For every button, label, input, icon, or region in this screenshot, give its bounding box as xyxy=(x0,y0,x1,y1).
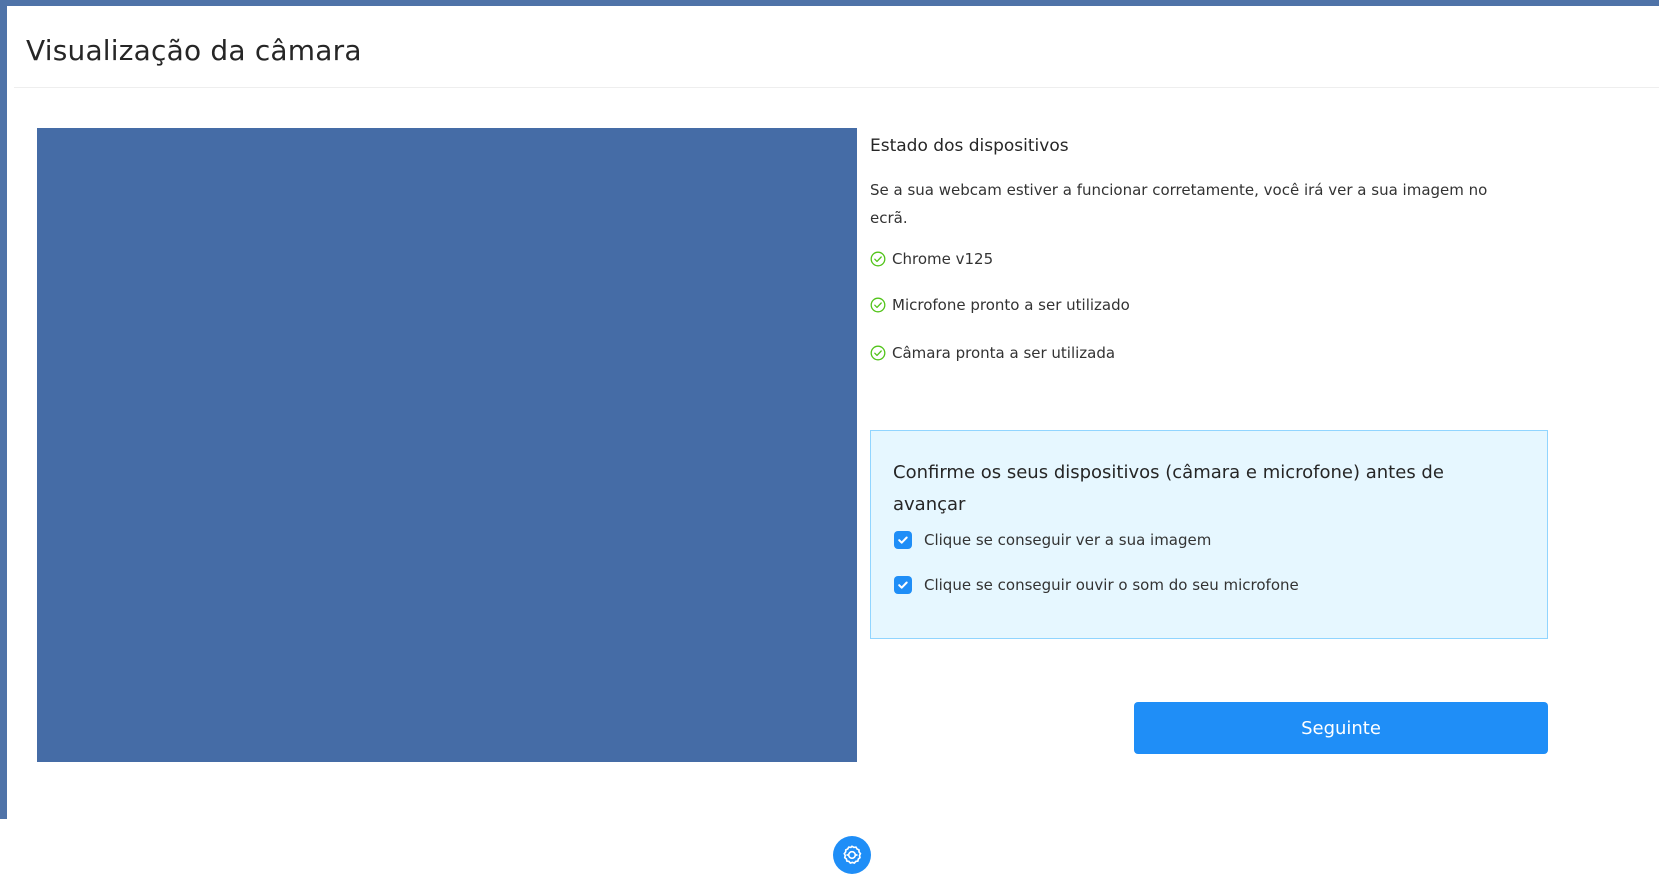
status-microphone: Microfone pronto a ser utilizado xyxy=(870,296,1130,314)
settings-icon xyxy=(843,845,862,865)
checkbox-checked[interactable] xyxy=(894,576,912,594)
page-title: Visualização da câmara xyxy=(26,34,362,67)
confirm-image-checkbox[interactable]: Clique se conseguir ver a sua imagem xyxy=(894,531,1211,549)
status-camera: Câmara pronta a ser utilizada xyxy=(870,344,1115,362)
check-circle-icon xyxy=(870,345,886,361)
camera-settings-button[interactable] xyxy=(833,836,871,874)
next-button[interactable]: Seguinte xyxy=(1134,702,1548,754)
checkmark-icon xyxy=(898,581,908,589)
confirm-title: Confirme os seus dispositivos (câmara e … xyxy=(893,462,1444,515)
status-label: Microfone pronto a ser utilizado xyxy=(892,296,1130,314)
device-status-intro: Se a sua webcam estiver a funcionar corr… xyxy=(870,181,1488,227)
checkbox-label: Clique se conseguir ouvir o som do seu m… xyxy=(924,576,1299,594)
checkbox-label: Clique se conseguir ver a sua imagem xyxy=(924,531,1212,549)
status-label: Chrome v125 xyxy=(892,250,994,268)
checkmark-icon xyxy=(898,536,908,544)
camera-preview xyxy=(37,128,871,874)
app-frame: Visualização da câmara Estado dos dispos… xyxy=(0,0,1659,874)
page-header: Visualização da câmara xyxy=(14,12,1659,88)
check-circle-icon xyxy=(870,251,886,267)
check-circle-icon xyxy=(870,297,886,313)
status-label: Câmara pronta a ser utilizada xyxy=(892,344,1116,362)
confirm-microphone-checkbox[interactable]: Clique se conseguir ouvir o som do seu m… xyxy=(894,576,1299,594)
checkbox-checked[interactable] xyxy=(894,531,912,549)
device-status-heading: Estado dos dispositivos xyxy=(870,136,1069,156)
confirm-devices-panel: Confirme os seus dispositivos (câmara e … xyxy=(870,430,1548,639)
status-browser: Chrome v125 xyxy=(870,250,993,268)
